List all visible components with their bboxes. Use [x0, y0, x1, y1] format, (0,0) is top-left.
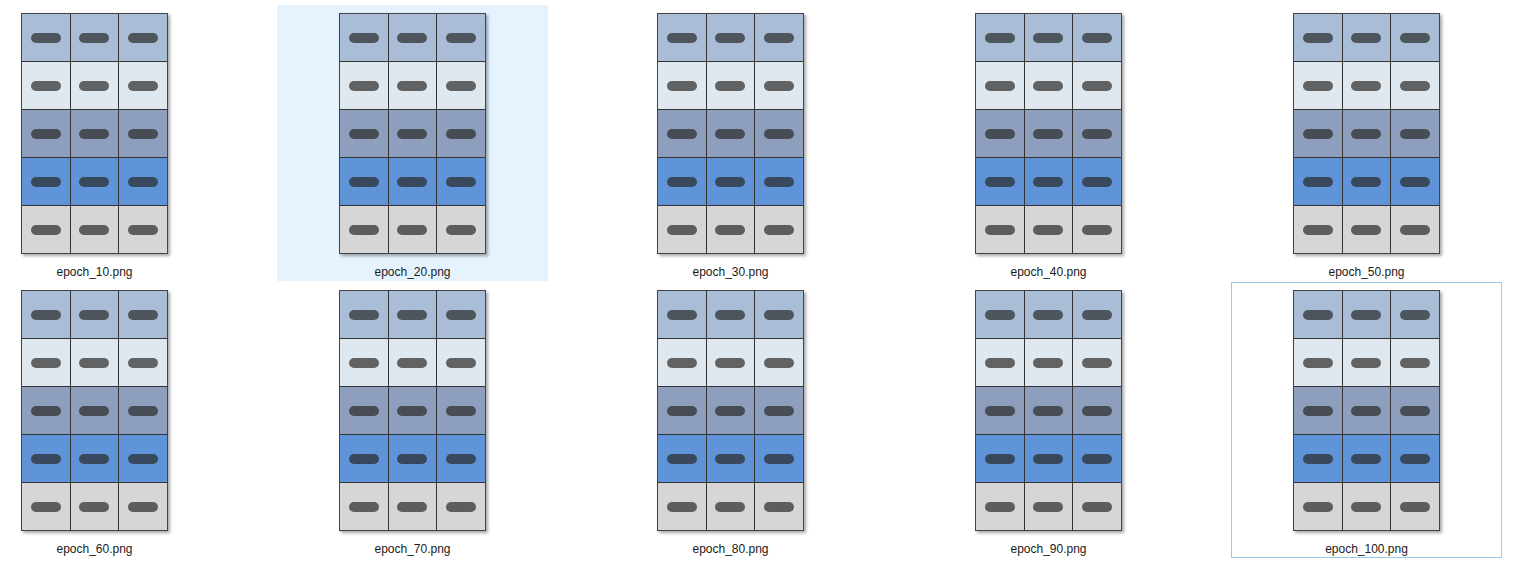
file-name: epoch_60.png: [56, 541, 132, 557]
image-thumbnail: [339, 290, 486, 531]
file-item[interactable]: epoch_80.png: [595, 282, 866, 558]
file-explorer-view: epoch_10.pngepoch_20.pngepoch_30.pngepoc…: [0, 0, 1515, 567]
file-name: epoch_10.png: [56, 264, 132, 280]
image-thumbnail: [975, 290, 1122, 531]
file-item[interactable]: epoch_10.png: [0, 5, 230, 281]
file-grid: epoch_10.pngepoch_20.pngepoch_30.pngepoc…: [0, 5, 1515, 558]
file-name: epoch_50.png: [1328, 264, 1404, 280]
image-thumbnail: [1293, 290, 1440, 531]
file-item[interactable]: epoch_20.png: [277, 5, 548, 281]
file-name: epoch_90.png: [1010, 541, 1086, 557]
image-thumbnail: [21, 13, 168, 254]
file-item[interactable]: epoch_100.png: [1231, 282, 1502, 558]
file-item[interactable]: epoch_60.png: [0, 282, 230, 558]
image-thumbnail: [657, 290, 804, 531]
file-name: epoch_30.png: [692, 264, 768, 280]
file-name: epoch_70.png: [374, 541, 450, 557]
image-thumbnail: [975, 13, 1122, 254]
image-thumbnail: [339, 13, 486, 254]
file-item[interactable]: epoch_70.png: [277, 282, 548, 558]
file-item[interactable]: epoch_90.png: [913, 282, 1184, 558]
image-thumbnail: [21, 290, 168, 531]
file-item[interactable]: epoch_40.png: [913, 5, 1184, 281]
file-name: epoch_100.png: [1325, 541, 1408, 557]
file-item[interactable]: epoch_50.png: [1231, 5, 1502, 281]
file-name: epoch_20.png: [374, 264, 450, 280]
file-name: epoch_80.png: [692, 541, 768, 557]
image-thumbnail: [657, 13, 804, 254]
file-item[interactable]: epoch_30.png: [595, 5, 866, 281]
file-name: epoch_40.png: [1010, 264, 1086, 280]
image-thumbnail: [1293, 13, 1440, 254]
